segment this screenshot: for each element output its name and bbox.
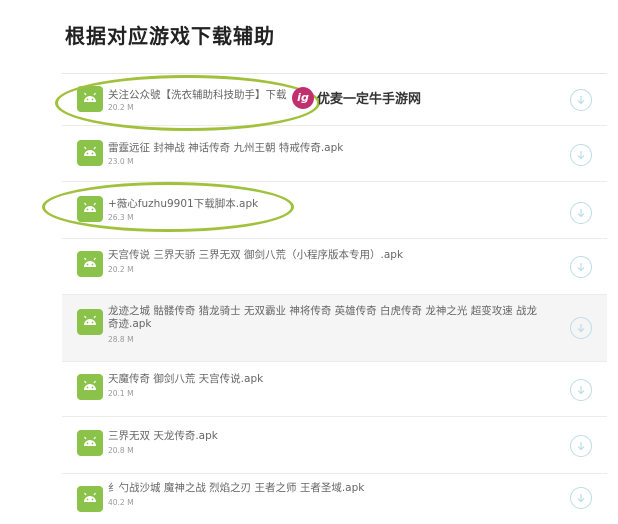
download-button[interactable]: [570, 89, 592, 111]
file-name[interactable]: 纟勺战沙城 魔神之战 烈焰之刃 王者之师 王者圣域.apk: [108, 482, 548, 495]
file-size: 20.2 M: [108, 265, 134, 274]
file-item[interactable]: 雷霆远征 封神战 神话传奇 九州王朝 特戒传奇.apk 23.0 M: [62, 126, 607, 182]
download-button[interactable]: [570, 487, 592, 509]
file-size: 20.8 M: [108, 446, 134, 455]
file-name[interactable]: 三界无双 天龙传奇.apk: [108, 430, 548, 443]
file-size: 40.2 M: [108, 498, 134, 507]
android-icon: [77, 196, 103, 222]
download-icon: [577, 386, 585, 395]
file-name[interactable]: 天魔传奇 御剑八荒 天宫传说.apk: [108, 373, 548, 386]
download-icon: [577, 96, 585, 105]
android-icon: [77, 86, 103, 112]
file-size: 28.8 M: [108, 335, 134, 344]
android-icon: [77, 140, 103, 166]
download-button[interactable]: [570, 256, 592, 278]
file-name[interactable]: +薇心fuzhu9901下载脚本.apk: [108, 198, 548, 211]
file-name[interactable]: 关注公众號【洗衣辅助科技助手】下载: [108, 89, 548, 102]
file-item[interactable]: 关注公众號【洗衣辅助科技助手】下载 20.2 M: [62, 74, 607, 126]
android-icon: [77, 251, 103, 277]
file-item[interactable]: 纟勺战沙城 魔神之战 烈焰之刃 王者之师 王者圣域.apk 40.2 M: [62, 474, 607, 524]
file-item[interactable]: 龙迹之城 骷髅传奇 猎龙骑士 无双霸业 神将传奇 英雄传奇 白虎传奇 龙神之光 …: [62, 295, 607, 362]
file-item[interactable]: +薇心fuzhu9901下载脚本.apk 26.3 M: [62, 182, 607, 239]
download-button[interactable]: [570, 317, 592, 339]
file-name[interactable]: 雷霆远征 封神战 神话传奇 九州王朝 特戒传奇.apk: [108, 142, 548, 155]
download-button[interactable]: [570, 144, 592, 166]
android-icon: [77, 374, 103, 400]
file-size: 26.3 M: [108, 213, 134, 222]
download-button[interactable]: [570, 435, 592, 457]
file-size: 23.0 M: [108, 157, 134, 166]
file-name[interactable]: 天宫传说 三界天骄 三界无双 御剑八荒（小程序版本专用）.apk: [108, 249, 548, 262]
file-item[interactable]: 天宫传说 三界天骄 三界无双 御剑八荒（小程序版本专用）.apk 20.2 M: [62, 239, 607, 295]
download-icon: [577, 324, 585, 333]
file-name[interactable]: 龙迹之城 骷髅传奇 猎龙骑士 无双霸业 神将传奇 英雄传奇 白虎传奇 龙神之光 …: [108, 305, 546, 331]
download-icon: [577, 442, 585, 451]
file-size: 20.1 M: [108, 389, 134, 398]
file-item[interactable]: 三界无双 天龙传奇.apk 20.8 M: [62, 417, 607, 474]
file-item[interactable]: 天魔传奇 御剑八荒 天宫传说.apk 20.1 M: [62, 362, 607, 417]
file-size: 20.2 M: [108, 103, 134, 112]
download-icon: [577, 151, 585, 160]
android-icon: [77, 486, 103, 512]
download-icon: [577, 263, 585, 272]
download-icon: [577, 494, 585, 503]
download-icon: [577, 209, 585, 218]
android-icon: [77, 430, 103, 456]
page-title: 根据对应游戏下载辅助: [65, 24, 275, 48]
download-button[interactable]: [570, 202, 592, 224]
download-button[interactable]: [570, 379, 592, 401]
android-icon: [77, 309, 103, 335]
